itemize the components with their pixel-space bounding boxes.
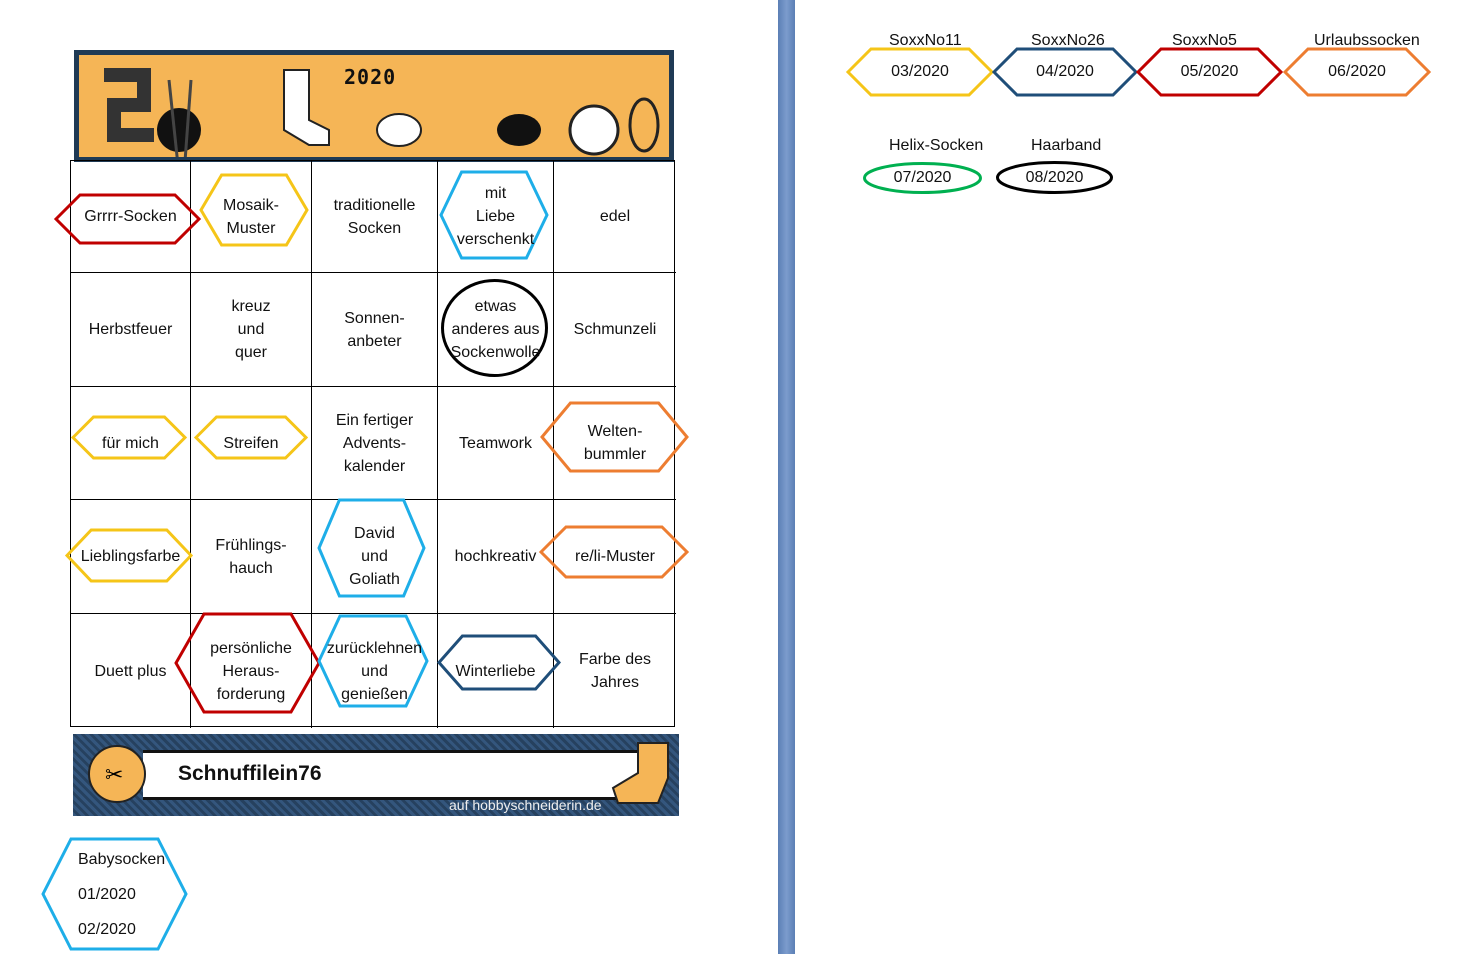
bingo-cell-label: re/li-Muster	[574, 548, 655, 565]
bingo-cell-label: Lieblingsfarbe	[80, 548, 181, 565]
bingo-cell-label: edel	[599, 208, 631, 225]
bingo-cell-label: persönliche Heraus- forderung	[210, 639, 292, 703]
bingo-cell: Lieblingsfarbe	[71, 500, 191, 614]
babysocken-date: 01/2020	[78, 886, 136, 903]
legend-date: 07/2020	[893, 169, 952, 186]
username: Schnuffilein76	[178, 762, 322, 785]
site-label: auf hobbyschneiderin.de	[449, 797, 602, 813]
bingo-cell-label: hochkreativ	[454, 548, 537, 565]
bingo-cell: hochkreativ	[438, 500, 554, 614]
bingo-cell-label: David und Goliath	[349, 525, 400, 588]
svg-text:✂: ✂	[105, 762, 123, 787]
bingo-cell-label: mit Liebe verschenkt	[456, 185, 535, 248]
sock-icon	[611, 742, 669, 804]
bingo-cell: kreuz und quer	[191, 273, 312, 387]
bingo-cell: Duett plus	[71, 614, 191, 728]
bingo-cell: Ein fertiger Advents- kalender	[312, 387, 438, 500]
sockenbingo-banner: 2020	[74, 50, 674, 162]
legend-date: 03/2020	[891, 63, 949, 80]
bingo-cell-label: zurücklehnen und genießen	[326, 639, 423, 703]
bingo-cell-label: Winterliebe	[455, 662, 536, 680]
legend-name: Urlaubssocken	[1314, 32, 1420, 49]
bingo-cell-label: Frühlings- hauch	[215, 536, 287, 577]
bingo-cell-label: Ein fertiger Advents- kalender	[335, 411, 414, 475]
bingo-cell-label: Herbstfeuer	[88, 321, 173, 338]
banner-year: 2020	[344, 65, 397, 89]
bingo-cell: traditionelle Socken	[312, 161, 438, 273]
legend-name: Haarband	[1031, 137, 1102, 154]
bingo-cell-label: Duett plus	[94, 662, 167, 680]
bingo-cell: Farbe des Jahres	[554, 614, 676, 728]
bingo-cell-label: für mich	[102, 434, 159, 452]
bingo-cell-label: Farbe des Jahres	[578, 651, 652, 691]
bingo-cell-label: Welten- bummler	[583, 423, 647, 463]
bingo-cell-label: Sonnen- anbeter	[344, 309, 405, 350]
bingo-cell: Frühlings- hauch	[191, 500, 312, 614]
bingo-cell-label: etwas anderes aus Sockenwolle	[450, 298, 541, 361]
legend-date: 08/2020	[1025, 168, 1084, 186]
bingo-cell: Schmunzeli	[554, 273, 676, 387]
legend-date: 04/2020	[1036, 63, 1094, 80]
page-separator	[778, 0, 795, 954]
legend-date: 06/2020	[1328, 63, 1386, 80]
bingo-cell: edel	[554, 161, 676, 273]
bingo-cell: Grrrr-Socken	[71, 161, 191, 273]
bingo-cell-label: Teamwork	[459, 434, 532, 452]
legend-name: Helix-Socken	[889, 137, 984, 154]
babysocken-title: Babysocken	[78, 851, 166, 868]
scissors-bubble-icon: ✂	[88, 745, 146, 803]
bingo-cell: Herbstfeuer	[71, 273, 191, 387]
legend-name: SoxxNo5	[1172, 32, 1237, 49]
bingo-cell-label: traditionelle Socken	[333, 196, 416, 237]
bingo-cell-label: Schmunzeli	[573, 321, 657, 338]
bingo-cell: Teamwork	[438, 387, 554, 500]
legend-date: 05/2020	[1180, 63, 1239, 80]
username-strip: Schnuffilein76	[143, 750, 643, 800]
bingo-cell-label: Mosaik- Muster	[222, 196, 279, 237]
banner-logo-image: 2020	[79, 55, 669, 157]
legend-name: SoxxNo26	[1031, 32, 1105, 49]
babysocken-date: 02/2020	[78, 921, 136, 938]
bingo-cell-label: Grrrr-Socken	[84, 208, 177, 225]
bingo-cell-label: kreuz und quer	[231, 298, 271, 361]
bingo-cell-label: Streifen	[223, 434, 279, 452]
bingo-cell: Sonnen- anbeter	[312, 273, 438, 387]
user-banner: Schnuffilein76 ✂ auf hobbyschneiderin.de	[73, 734, 679, 816]
legend-name: SoxxNo11	[889, 32, 962, 49]
